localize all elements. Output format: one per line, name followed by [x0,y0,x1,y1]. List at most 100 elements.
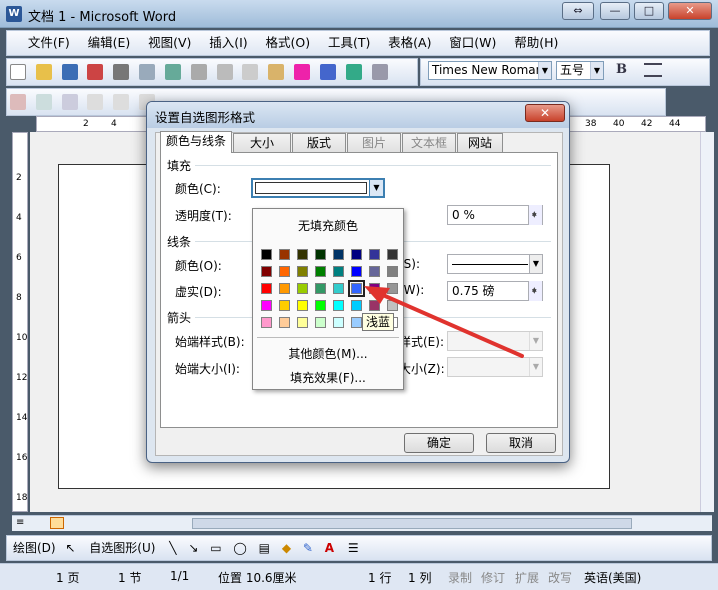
paste-icon[interactable] [268,64,285,80]
color-swatch[interactable] [261,249,272,260]
menu-edit[interactable]: 编辑(E) [81,31,138,55]
toolbar-icon[interactable] [10,94,26,110]
color-swatch[interactable] [387,266,398,277]
color-swatch[interactable] [387,249,398,260]
toolbar-icon[interactable] [113,94,130,110]
rectangle-icon[interactable]: ▭ [210,536,221,560]
chevron-down-icon[interactable]: ▼ [538,62,551,79]
font-name-combo[interactable]: Times New Roman ▼ [428,61,552,80]
undo-icon[interactable] [319,64,336,80]
textbox-icon[interactable]: ▤ [259,536,270,560]
chevron-down-icon[interactable]: ▼ [590,62,603,79]
color-swatch[interactable] [351,249,362,260]
status-overtype[interactable]: 改写 [548,569,572,586]
bold-button[interactable]: B [616,62,627,77]
color-swatch[interactable] [315,249,326,260]
color-swatch[interactable] [279,283,290,294]
dialog-close-button[interactable]: ✕ [525,104,565,122]
line-style-icon[interactable]: ☰ [348,536,359,560]
maximize-button[interactable]: □ [634,2,664,20]
tab-layout[interactable]: 版式 [292,133,346,153]
color-swatch[interactable] [261,317,272,328]
font-size-combo[interactable]: 五号 ▼ [556,61,604,80]
vertical-scrollbar[interactable] [700,132,714,512]
color-swatch[interactable] [333,249,344,260]
spin-button[interactable] [528,205,542,225]
line-icon[interactable]: ╲ [169,536,176,560]
toolbar-icon[interactable] [35,94,52,110]
research-icon[interactable] [190,64,207,80]
color-swatch[interactable] [315,266,326,277]
menu-insert[interactable]: 插入(I) [202,31,254,55]
word-app-icon[interactable]: W [6,6,22,22]
status-extend[interactable]: 扩展 [515,569,539,586]
spelling-icon[interactable] [164,64,181,80]
color-swatch[interactable] [297,300,308,311]
normal-view-icon[interactable]: ≡ [16,517,24,528]
format-painter-icon[interactable] [294,64,311,80]
restore-layout-button[interactable]: ⇔ [562,2,594,20]
color-swatch[interactable] [315,317,326,328]
chevron-down-icon[interactable]: ▼ [529,255,542,273]
menu-view[interactable]: 视图(V) [141,31,198,55]
color-swatch[interactable] [315,300,326,311]
spin-button[interactable] [528,281,542,301]
tab-colors-lines[interactable]: 颜色与线条 [160,131,232,153]
color-swatch[interactable] [297,283,308,294]
color-swatch[interactable] [279,300,290,311]
draw-menu-button[interactable]: 绘图(D) [13,536,56,560]
toolbar-icon[interactable] [61,94,78,110]
table-icon[interactable] [371,64,388,80]
color-swatch[interactable] [279,317,290,328]
color-swatch[interactable] [279,266,290,277]
hyperlink-icon[interactable] [345,64,362,80]
menu-window[interactable]: 窗口(W) [442,31,503,55]
color-swatch[interactable] [333,266,344,277]
open-folder-icon[interactable] [35,64,52,80]
tab-size[interactable]: 大小 [233,133,291,153]
menu-file[interactable]: 文件(F) [21,31,77,55]
color-swatch[interactable] [315,283,326,294]
align-justify-icon[interactable] [644,63,662,77]
new-document-icon[interactable] [10,64,26,80]
color-swatch[interactable] [369,266,380,277]
color-swatch[interactable] [333,317,344,328]
menu-help[interactable]: 帮助(H) [507,31,565,55]
fill-color-icon[interactable]: ◆ [282,536,291,560]
color-swatch[interactable] [297,266,308,277]
tab-web[interactable]: 网站 [457,133,503,153]
print-layout-icon[interactable] [50,517,64,529]
permission-icon[interactable] [87,64,104,80]
line-style-dropdown[interactable]: ▼ [447,254,543,274]
status-track[interactable]: 修订 [481,569,505,586]
menu-format[interactable]: 格式(O) [259,31,318,55]
color-swatch[interactable] [297,317,308,328]
save-icon[interactable] [61,64,78,80]
color-swatch[interactable] [333,300,344,311]
line-color-icon[interactable]: ✎ [303,536,313,560]
color-swatch[interactable] [261,300,272,311]
minimize-button[interactable]: — [600,2,630,20]
close-window-button[interactable]: ✕ [668,2,712,20]
toolbar-icon[interactable] [87,94,104,110]
color-swatch[interactable] [369,249,380,260]
autoshapes-menu-button[interactable]: 自选图形(U) [89,536,155,560]
menu-tools[interactable]: 工具(T) [321,31,377,55]
menu-table[interactable]: 表格(A) [381,31,438,55]
color-swatch[interactable] [297,249,308,260]
ok-button[interactable]: 确定 [404,433,474,453]
fill-color-dropdown[interactable]: ▼ [251,178,385,198]
chevron-down-icon[interactable]: ▼ [369,180,383,196]
oval-icon[interactable]: ◯ [233,536,246,560]
status-record[interactable]: 录制 [448,569,472,586]
print-icon[interactable] [113,64,130,80]
cancel-button[interactable]: 取消 [486,433,556,453]
cut-icon[interactable] [216,64,233,80]
print-preview-icon[interactable] [139,64,156,80]
fill-effects-option[interactable]: 填充效果(F)... [253,369,403,386]
color-swatch[interactable] [261,283,272,294]
select-objects-icon[interactable]: ↖ [65,536,75,560]
color-swatch[interactable] [351,266,362,277]
font-color-icon[interactable]: A [325,536,334,560]
color-swatch[interactable] [333,283,344,294]
